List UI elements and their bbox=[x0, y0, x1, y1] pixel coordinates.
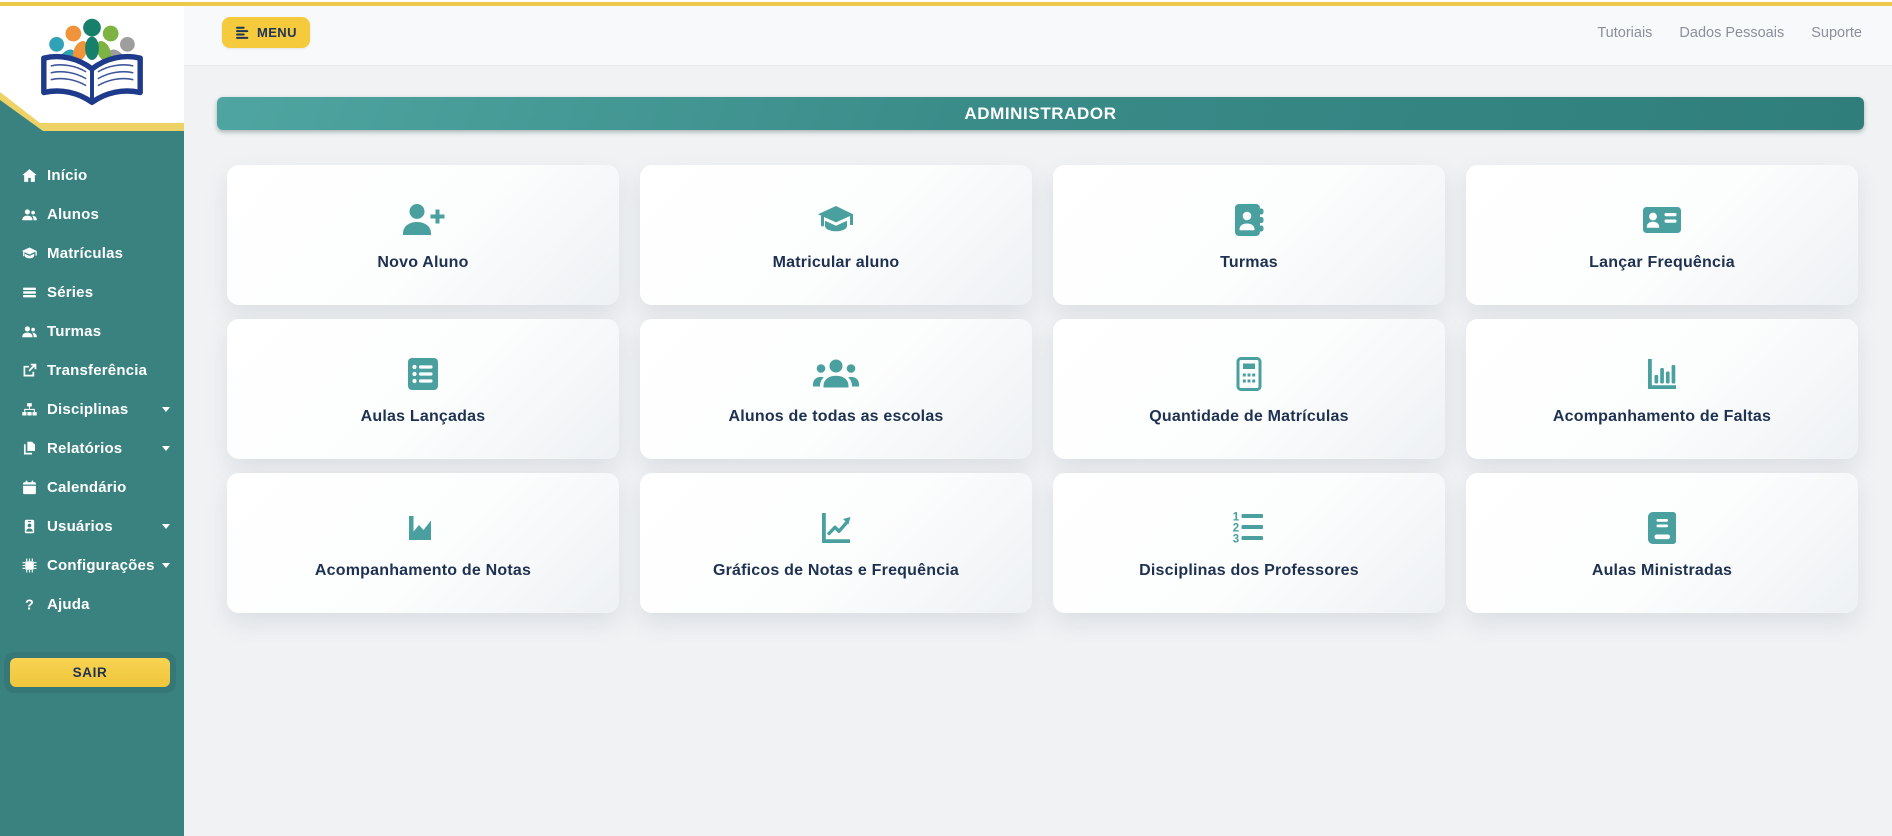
list-alt-icon bbox=[403, 353, 443, 395]
svg-text:?: ? bbox=[25, 597, 34, 612]
sidebar-item-label: Séries bbox=[47, 283, 94, 301]
card-acompanhamento-de-faltas[interactable]: Acompanhamento de Faltas bbox=[1466, 319, 1858, 459]
sidebar-item-series[interactable]: Séries bbox=[0, 280, 184, 304]
card-matricular-aluno[interactable]: Matricular aluno bbox=[640, 165, 1032, 305]
card-label: Aulas Ministradas bbox=[1591, 561, 1733, 579]
card-aulas-lancadas[interactable]: Aulas Lançadas bbox=[227, 319, 619, 459]
sidebar-item-label: Início bbox=[47, 166, 88, 184]
card-label: Aulas Lançadas bbox=[360, 407, 486, 425]
sidebar-item-label: Disciplinas bbox=[47, 400, 129, 418]
sidebar-item-transferencia[interactable]: Transferência bbox=[0, 358, 184, 382]
sidebar-item-alunos[interactable]: Alunos bbox=[0, 202, 184, 226]
topbar-link-suporte[interactable]: Suporte bbox=[1811, 25, 1862, 41]
card-lancar-frequencia[interactable]: Lançar Frequência bbox=[1466, 165, 1858, 305]
share-square-icon bbox=[20, 361, 38, 379]
graduation-cap-icon bbox=[816, 199, 856, 241]
topbar: MENU Tutoriais Dados Pessoais Suporte bbox=[184, 0, 1892, 66]
sidebar-item-calendario[interactable]: Calendário bbox=[0, 475, 184, 499]
sidebar-item-label: Ajuda bbox=[47, 595, 90, 613]
sidebar-item-configuracoes[interactable]: Configurações bbox=[0, 553, 184, 577]
sidebar-item-label: Relatórios bbox=[47, 439, 123, 457]
page-title: ADMINISTRADOR bbox=[964, 103, 1117, 123]
calendar-icon bbox=[20, 478, 38, 496]
sidebar-item-relatorios[interactable]: Relatórios bbox=[0, 436, 184, 460]
sidebar-item-label: Calendário bbox=[47, 478, 127, 496]
address-card-icon bbox=[1640, 199, 1684, 241]
card-label: Alunos de todas as escolas bbox=[728, 407, 944, 425]
sidebar-item-label: Usuários bbox=[47, 517, 113, 535]
chart-area-icon bbox=[403, 507, 443, 549]
sidebar-item-ajuda[interactable]: ? Ajuda bbox=[0, 592, 184, 616]
menu-button-label: MENU bbox=[257, 25, 297, 40]
main-area: MENU Tutoriais Dados Pessoais Suporte AD… bbox=[184, 0, 1892, 836]
align-left-icon bbox=[236, 26, 249, 39]
list-icon bbox=[20, 283, 38, 301]
users-icon bbox=[20, 205, 38, 223]
card-label: Novo Aluno bbox=[377, 253, 469, 271]
card-quantidade-de-matriculas[interactable]: Quantidade de Matrículas bbox=[1053, 319, 1445, 459]
topbar-link-tutoriais[interactable]: Tutoriais bbox=[1597, 25, 1652, 41]
list-ol-icon: 123 bbox=[1229, 507, 1269, 549]
sidebar-item-label: Turmas bbox=[47, 322, 102, 340]
menu-button[interactable]: MENU bbox=[222, 17, 310, 48]
home-icon bbox=[20, 166, 38, 184]
chevron-down-icon bbox=[162, 523, 170, 529]
card-novo-aluno[interactable]: Novo Aluno bbox=[227, 165, 619, 305]
chart-line-icon bbox=[816, 507, 856, 549]
card-label: Turmas bbox=[1220, 253, 1278, 271]
sidebar-item-inicio[interactable]: Início bbox=[0, 163, 184, 187]
sidebar: Início Alunos Matrículas Séries Turmas T… bbox=[0, 0, 184, 836]
chevron-down-icon bbox=[162, 445, 170, 451]
sidebar-item-label: Transferência bbox=[47, 361, 148, 379]
user-plus-icon bbox=[399, 199, 447, 241]
sidebar-item-usuarios[interactable]: Usuários bbox=[0, 514, 184, 538]
top-yellow-accent bbox=[0, 2, 1892, 6]
sitemap-icon bbox=[20, 400, 38, 418]
card-label: Acompanhamento de Notas bbox=[314, 561, 532, 579]
id-badge-icon bbox=[20, 517, 38, 535]
card-aulas-ministradas[interactable]: Aulas Ministradas bbox=[1466, 473, 1858, 613]
topbar-links: Tutoriais Dados Pessoais Suporte bbox=[1597, 25, 1862, 41]
svg-text:3: 3 bbox=[1233, 533, 1239, 545]
cards-grid: Novo Aluno Matricular aluno Turmas Lança… bbox=[227, 165, 1858, 613]
chevron-down-icon bbox=[162, 406, 170, 412]
graduation-cap-icon bbox=[20, 244, 38, 262]
microchip-icon bbox=[20, 556, 38, 574]
logout-button[interactable]: SAIR bbox=[10, 658, 170, 687]
copy-icon bbox=[20, 439, 38, 457]
sidebar-item-label: Alunos bbox=[47, 205, 100, 223]
card-label: Quantidade de Matrículas bbox=[1149, 407, 1349, 425]
card-label: Lançar Frequência bbox=[1589, 253, 1735, 271]
card-label: Gráficos de Notas e Frequência bbox=[712, 561, 960, 579]
chart-bar-icon bbox=[1642, 353, 1682, 395]
card-label: Acompanhamento de Faltas bbox=[1552, 407, 1772, 425]
card-graficos-de-notas-e-frequencia[interactable]: Gráficos de Notas e Frequência bbox=[640, 473, 1032, 613]
users-icon bbox=[20, 322, 38, 340]
card-label: Matricular aluno bbox=[772, 253, 900, 271]
card-turmas[interactable]: Turmas bbox=[1053, 165, 1445, 305]
sidebar-item-disciplinas[interactable]: Disciplinas bbox=[0, 397, 184, 421]
chevron-down-icon bbox=[162, 562, 170, 568]
card-alunos-de-todas-as-escolas[interactable]: Alunos de todas as escolas bbox=[640, 319, 1032, 459]
page: Início Alunos Matrículas Séries Turmas T… bbox=[0, 0, 1892, 836]
logo-area bbox=[0, 6, 184, 137]
users-group-icon bbox=[812, 353, 860, 395]
card-label: Disciplinas dos Professores bbox=[1139, 561, 1359, 579]
role-banner: ADMINISTRADOR bbox=[217, 97, 1864, 130]
calculator-icon bbox=[1229, 353, 1269, 395]
logout-panel: SAIR bbox=[4, 652, 176, 693]
card-acompanhamento-de-notas[interactable]: Acompanhamento de Notas bbox=[227, 473, 619, 613]
sidebar-nav: Início Alunos Matrículas Séries Turmas T… bbox=[0, 163, 184, 616]
sidebar-item-turmas[interactable]: Turmas bbox=[0, 319, 184, 343]
school-logo bbox=[41, 18, 143, 106]
address-book-icon bbox=[1229, 199, 1269, 241]
book-icon bbox=[1642, 507, 1682, 549]
sidebar-item-label: Configurações bbox=[47, 556, 155, 574]
topbar-link-dados-pessoais[interactable]: Dados Pessoais bbox=[1679, 25, 1784, 41]
sidebar-item-label: Matrículas bbox=[47, 244, 124, 262]
card-disciplinas-dos-professores[interactable]: 123 Disciplinas dos Professores bbox=[1053, 473, 1445, 613]
question-icon: ? bbox=[20, 595, 38, 613]
sidebar-item-matriculas[interactable]: Matrículas bbox=[0, 241, 184, 265]
